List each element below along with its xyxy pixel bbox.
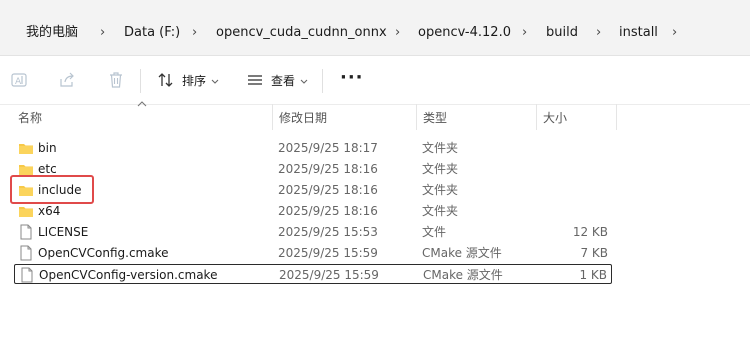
- file-row[interactable]: bin 2025/9/25 18:17 文件夹: [14, 138, 612, 158]
- rename-icon[interactable]: A: [10, 71, 28, 89]
- breadcrumb-separator[interactable]: ›: [192, 24, 197, 42]
- file-date: 2025/9/25 18:16: [278, 204, 378, 218]
- more-options-button[interactable]: ···: [340, 67, 364, 88]
- breadcrumb-separator[interactable]: ›: [596, 24, 601, 42]
- sort-icon[interactable]: [157, 71, 175, 89]
- file-date: 2025/9/25 18:17: [278, 141, 378, 155]
- address-bar: 我的电脑 › Data (F:) › opencv_cuda_cudnn_onn…: [0, 0, 750, 56]
- file-name: OpenCVConfig.cmake: [38, 246, 169, 260]
- file-size: 1 KB: [579, 268, 607, 282]
- chevron-down-icon: [211, 79, 219, 84]
- file-name: bin: [38, 141, 57, 155]
- breadcrumb-item-my-computer[interactable]: 我的电脑: [26, 24, 78, 42]
- column-header-type[interactable]: 类型: [423, 110, 447, 126]
- breadcrumb-item-install[interactable]: install: [619, 24, 658, 42]
- file-date: 2025/9/25 18:16: [278, 162, 378, 176]
- delete-icon[interactable]: [107, 71, 125, 89]
- breadcrumb-separator[interactable]: ›: [522, 24, 527, 42]
- breadcrumb-item-build[interactable]: build: [546, 24, 578, 42]
- annotation-highlight-box: [10, 175, 94, 204]
- file-row-focused[interactable]: OpenCVConfig-version.cmake 2025/9/25 15:…: [14, 264, 612, 284]
- file-icon: [21, 267, 33, 283]
- file-row[interactable]: LICENSE 2025/9/25 15:53 文件 12 KB: [14, 222, 612, 242]
- breadcrumb-item-drive[interactable]: Data (F:): [124, 24, 180, 42]
- column-header-size[interactable]: 大小: [543, 110, 567, 126]
- share-icon[interactable]: [58, 71, 76, 89]
- file-type: CMake 源文件: [423, 268, 503, 282]
- sort-button[interactable]: 排序: [182, 73, 206, 89]
- file-row[interactable]: x64 2025/9/25 18:16 文件夹: [14, 201, 612, 221]
- toolbar-divider: [140, 69, 141, 93]
- file-row[interactable]: etc 2025/9/25 18:16 文件夹: [14, 159, 612, 179]
- file-date: 2025/9/25 15:59: [279, 268, 379, 282]
- column-header-date[interactable]: 修改日期: [279, 110, 327, 126]
- file-type: 文件: [422, 225, 447, 239]
- file-name: LICENSE: [38, 225, 89, 239]
- view-icon[interactable]: [246, 71, 264, 89]
- file-type: 文件夹: [422, 141, 459, 155]
- column-header-name[interactable]: 名称: [18, 110, 42, 126]
- file-type: 文件夹: [422, 162, 459, 176]
- file-name: OpenCVConfig-version.cmake: [39, 268, 218, 282]
- folder-icon: [19, 207, 33, 217]
- breadcrumb-item-opencv[interactable]: opencv-4.12.0: [418, 24, 511, 42]
- file-date: 2025/9/25 15:53: [278, 225, 378, 239]
- file-row[interactable]: include 2025/9/25 18:16 文件夹: [14, 180, 612, 200]
- svg-text:A: A: [15, 77, 22, 87]
- chevron-down-icon: [300, 79, 308, 84]
- file-size: 7 KB: [580, 246, 608, 260]
- file-icon: [20, 245, 32, 261]
- breadcrumb-separator[interactable]: ›: [100, 24, 105, 42]
- file-type: 文件夹: [422, 204, 459, 218]
- file-type: 文件夹: [422, 183, 459, 197]
- column-separator[interactable]: [416, 104, 417, 130]
- command-bar: A 排序 查看 ···: [0, 57, 750, 105]
- file-date: 2025/9/25 15:59: [278, 246, 378, 260]
- file-date: 2025/9/25 18:16: [278, 183, 378, 197]
- file-type: CMake 源文件: [422, 246, 502, 260]
- breadcrumb-item-folder[interactable]: opencv_cuda_cudnn_onnx: [216, 24, 387, 42]
- toolbar-divider: [322, 69, 323, 93]
- file-size: 12 KB: [572, 225, 608, 239]
- view-button[interactable]: 查看: [271, 73, 295, 89]
- breadcrumb-separator[interactable]: ›: [395, 24, 400, 42]
- column-separator[interactable]: [272, 104, 273, 130]
- breadcrumb-separator[interactable]: ›: [672, 24, 677, 42]
- sort-caret-icon: [137, 101, 147, 107]
- file-name: x64: [38, 204, 61, 218]
- folder-icon: [19, 144, 33, 154]
- file-row[interactable]: OpenCVConfig.cmake 2025/9/25 15:59 CMake…: [14, 243, 612, 263]
- column-separator[interactable]: [536, 104, 537, 130]
- file-icon: [20, 224, 32, 240]
- column-separator[interactable]: [616, 104, 617, 130]
